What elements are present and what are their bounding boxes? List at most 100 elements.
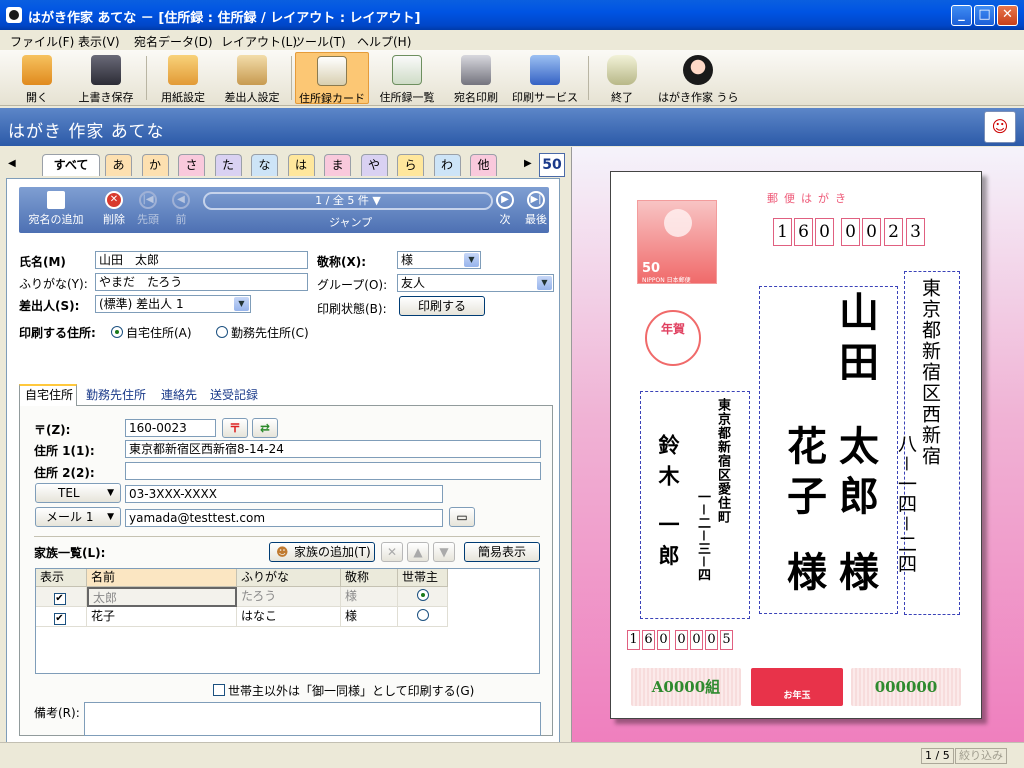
sender-setup-button[interactable]: 差出人設定 [218,52,286,104]
family-title-cell[interactable]: 様 [341,607,398,627]
address-list-button[interactable]: 住所録一覧 [373,52,441,104]
menu-help[interactable]: ヘルプ(H) [357,33,411,50]
zip-digit: 1 [773,218,792,246]
tab-home-address[interactable]: 自宅住所 [19,384,77,406]
delete-button[interactable]: ✕ 削除 [99,191,129,227]
index-tab-kana[interactable]: は [287,154,315,176]
column-header[interactable]: 名前 [87,569,237,587]
print-state-button[interactable]: 印刷する [399,296,485,316]
paper-setup-button[interactable]: 用紙設定 [152,52,214,104]
tab-work-address[interactable]: 勤務先住所 [81,386,151,406]
menu-address-data[interactable]: 宛名データ(D) [134,33,213,50]
head-of-household-radio[interactable] [398,587,448,607]
index-tab-kana[interactable]: ら [397,154,424,176]
name-field[interactable]: 山田 太郎 [95,251,308,269]
record-jump-selector[interactable]: 1 / 全 5 件 ▼ [203,192,493,210]
show-checkbox[interactable]: ✔ [36,587,87,607]
address1-field[interactable]: 東京都新宿区西新宿8-14-24 [125,440,541,458]
menu-view[interactable]: 表示(V) [78,33,120,50]
zip-field[interactable]: 160-0023 [125,419,216,437]
index-tab-all[interactable]: すべて [42,154,100,176]
index-tab-kana[interactable]: あ [105,154,132,176]
column-header[interactable]: 表示 [36,569,87,587]
home-address-radio[interactable]: 自宅住所(A) [111,324,192,341]
show-checkbox[interactable]: ✔ [36,607,87,627]
map-search-button[interactable]: ⇄ [252,418,278,438]
column-header[interactable]: ふりがな [237,569,341,587]
open-button[interactable]: 開く [14,52,60,104]
lottery-area: A0000組 お年玉 000000 [631,668,961,706]
print-address-button[interactable]: 宛名印刷 [447,52,505,104]
add-address-button[interactable]: 宛名の追加 [25,191,87,227]
index-tab-bar: ◀ すべて ▶ 50 あかさたなはまやらわ他 [4,152,566,178]
address-card-pane: ◀ すべて ▶ 50 あかさたなはまやらわ他 宛名の追加 ✕ 削除 |◀ 先頭 [0,147,570,743]
banner-title: はがき 作家 あてな [8,122,165,142]
menu-file[interactable]: ファイル(F) [10,33,74,50]
tab-send-receive-log[interactable]: 送受記録 [205,386,263,406]
recipient-address-box[interactable]: 東京都新宿区西新宿 八－一四－二四 [895,271,960,615]
title-select[interactable]: 様 ▼ [397,251,481,269]
column-header[interactable]: 敬称 [341,569,398,587]
family-name-cell[interactable]: 太郎 [87,587,237,607]
add-family-button[interactable]: ☻ 家族の追加(T) [269,542,375,562]
group-select[interactable]: 友人 ▼ [397,274,554,292]
phone-field[interactable]: 03-3XXX-XXXX [125,485,443,503]
notes-field[interactable] [84,702,541,736]
zip-to-address-button[interactable]: 〒 [222,418,248,438]
sender-select[interactable]: (標準) 差出人 1 ▼ [95,295,251,313]
head-of-household-radio[interactable] [398,607,448,627]
close-button[interactable]: ✕ [997,5,1018,26]
menu-tools[interactable]: ツール(T) [293,33,346,50]
maximize-button[interactable]: □ [974,5,995,26]
toolbar-separator [291,56,292,100]
index-tab-kana[interactable]: 他 [470,154,497,176]
table-row[interactable]: ✔ 花子 はなこ 様 [36,607,448,627]
index-tab-kana[interactable]: わ [433,154,461,176]
kana-field[interactable]: やまだ たろう [95,273,308,291]
move-up-button[interactable]: ▲ [407,542,429,562]
recipient-name-box[interactable]: 山田 太郎 花子 様 様 [759,286,898,614]
delete-family-button[interactable]: ✕ [381,542,403,562]
index-scroll-right-icon[interactable]: ▶ [524,158,532,169]
minimize-button[interactable]: _ [951,5,972,26]
phone-type-select[interactable]: TEL ▼ [35,483,121,503]
menu-layout[interactable]: レイアウト(L) [221,33,297,50]
move-down-button[interactable]: ▼ [433,542,455,562]
title-label: 敬称(X): [317,255,367,269]
checkbox-icon [213,684,225,696]
family-name-cell[interactable]: 花子 [87,607,237,627]
last-record-button[interactable]: ▶| 最後 [523,191,549,227]
print-service-button[interactable]: 印刷サービス [511,52,579,104]
print-all-family-checkbox[interactable]: 世帯主以外は「御一同様」として印刷する(G) [213,682,474,699]
save-button[interactable]: 上書き保存 [72,52,140,104]
family-kana-cell[interactable]: はなこ [237,607,341,627]
index-tab-kana[interactable]: た [214,154,242,176]
exit-button[interactable]: 終了 [602,52,642,104]
arrow-up-icon: ▲ [413,545,423,559]
address-card-button[interactable]: 住所録カード [295,52,369,105]
first-record-button[interactable]: |◀ 先頭 [133,191,163,227]
work-address-radio[interactable]: 勤務先住所(C) [216,324,309,341]
index-scroll-left-icon[interactable]: ◀ [8,158,16,169]
tab-contact[interactable]: 連絡先 [156,386,202,406]
next-record-button[interactable]: ▶ 次 [493,191,517,227]
index-tab-kana[interactable]: な [251,154,278,176]
family-kana-cell[interactable]: たろう [237,587,341,607]
column-header[interactable]: 世帯主 [398,569,448,587]
send-email-button[interactable]: ▭ [449,507,475,527]
table-row[interactable]: ✔ 太郎 たろう 様 [36,587,448,607]
app-icon[interactable] [6,7,22,23]
index-tab-kana[interactable]: ま [324,154,351,176]
index-tab-kana[interactable]: や [360,154,388,176]
prev-record-button[interactable]: ◀ 前 [169,191,193,227]
character-avatar-icon[interactable]: ☺ [984,111,1016,143]
family-title-cell[interactable]: 様 [341,587,398,607]
index-tab-kana[interactable]: さ [178,154,205,176]
address2-field[interactable] [125,462,541,480]
email-type-select[interactable]: メール 1 ▼ [35,507,121,527]
email-field[interactable]: yamada@testtest.com [125,509,443,527]
hagaki-ura-button[interactable]: はがき作家 うら [658,52,739,104]
divider [34,536,540,537]
index-tab-kana[interactable]: か [141,154,169,176]
simple-view-button[interactable]: 簡易表示 [464,542,540,562]
